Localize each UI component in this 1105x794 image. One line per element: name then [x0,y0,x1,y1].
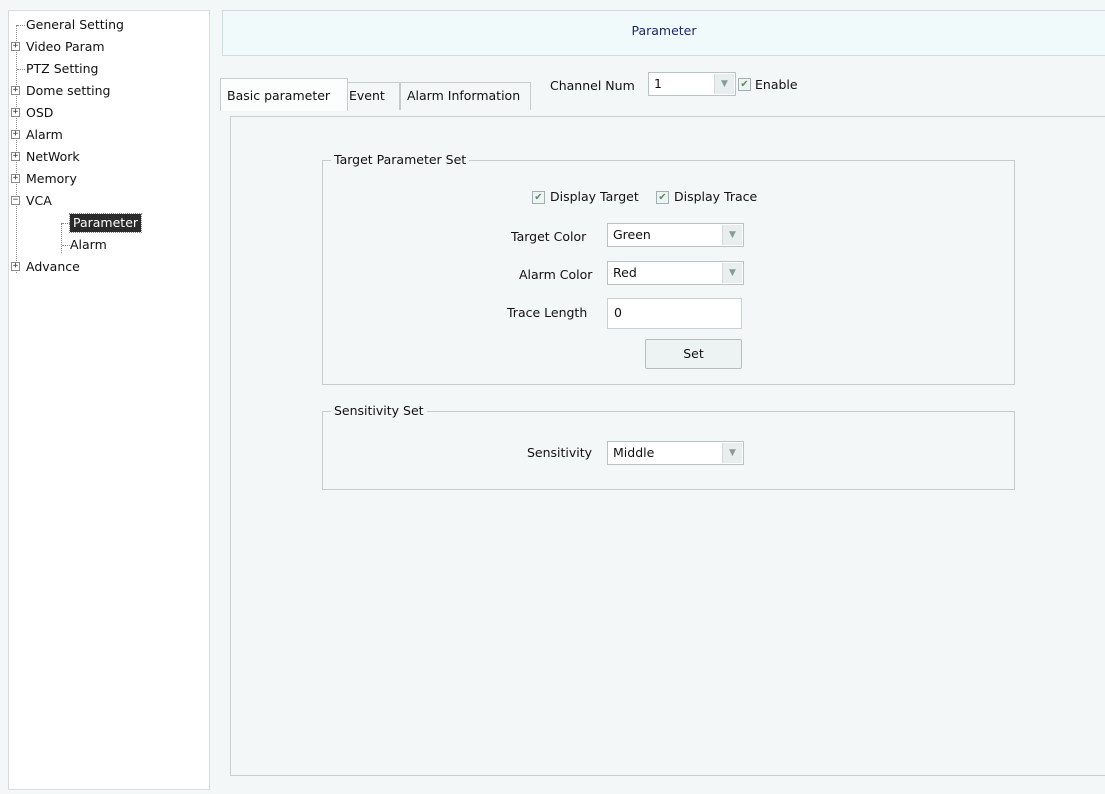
collapse-icon[interactable]: − [11,196,20,205]
check-icon: ✔ [658,192,667,203]
tab-alarm-information[interactable]: Alarm Information [400,82,531,110]
tree-item-label: VCA [26,193,52,208]
display-target-label: Display Target [550,189,639,204]
target-color-label: Target Color [511,229,587,244]
tree-item-label: General Setting [26,17,124,32]
tree-item-label: Alarm [26,127,63,142]
trace-length-value: 0 [614,305,622,320]
tree-connector [16,25,17,273]
tree-connector [62,245,70,246]
display-trace-label: Display Trace [674,189,758,204]
tab-label: Alarm Information [407,88,521,103]
page-title: Parameter [631,23,697,38]
nav-tree: General Setting + Video Param PTZ Settin… [8,10,210,790]
channel-num-value: 1 [654,76,662,91]
display-trace-checkbox[interactable]: ✔ [656,191,669,204]
tab-label: Basic parameter [227,88,331,103]
tab-basic-parameter[interactable]: Basic parameter [220,78,348,111]
tree-item-label: OSD [26,105,54,120]
sensitivity-select[interactable]: Middle ▼ [607,441,744,465]
target-color-select[interactable]: Green ▼ [607,223,744,247]
tree-item-label: NetWork [26,149,80,164]
display-target-checkbox[interactable]: ✔ [532,191,545,204]
trace-length-label: Trace Length [507,305,588,320]
channel-num-label: Channel Num [550,78,635,93]
tree-item-label: Memory [26,171,77,186]
target-parameter-group: Target Parameter Set ✔ Display Target ✔ … [322,152,1015,385]
alarm-color-label: Alarm Color [519,267,593,282]
sensitivity-group: Sensitivity Set Sensitivity Middle ▼ [322,403,1015,490]
check-icon: ✔ [740,79,749,90]
basic-parameter-panel: Target Parameter Set ✔ Display Target ✔ … [230,116,1105,776]
alarm-color-value: Red [613,265,637,280]
trace-length-input[interactable]: 0 [607,298,742,329]
alarm-color-select[interactable]: Red ▼ [607,261,744,285]
tree-item-label: PTZ Setting [26,61,99,76]
chevron-down-icon[interactable]: ▼ [722,443,742,463]
tree-item-label: Advance [26,259,80,274]
tree-item-label: Dome setting [26,83,111,98]
expand-icon[interactable]: + [11,86,20,95]
channel-num-select[interactable]: 1 ▼ [648,72,736,96]
chevron-down-icon[interactable]: ▼ [714,74,734,94]
tree-connector [17,69,25,70]
chevron-down-icon[interactable]: ▼ [722,225,742,245]
sensitivity-label: Sensitivity [527,445,593,460]
expand-icon[interactable]: + [11,108,20,117]
main-panel: Basic parameter Event Alarm Information … [216,58,1105,794]
set-button[interactable]: Set [645,339,742,369]
sensitivity-group-title: Sensitivity Set [331,403,427,418]
expand-icon[interactable]: + [11,174,20,183]
tab-event[interactable]: Event [342,82,400,110]
tree-item-label: Alarm [70,237,107,252]
target-parameter-group-title: Target Parameter Set [331,152,470,167]
expand-icon[interactable]: + [11,130,20,139]
check-icon: ✔ [534,192,543,203]
chevron-down-icon[interactable]: ▼ [722,263,742,283]
tree-connector [62,223,70,224]
title-bar: Parameter [222,10,1105,56]
sensitivity-value: Middle [613,445,655,460]
tab-label: Event [349,88,385,103]
tree-item-label: Video Param [26,39,105,54]
expand-icon[interactable]: + [11,262,20,271]
expand-icon[interactable]: + [11,42,20,51]
target-color-value: Green [613,227,651,242]
tree-connector [61,223,62,253]
expand-icon[interactable]: + [11,152,20,161]
enable-checkbox[interactable]: ✔ [738,78,751,91]
tree-item-label: Parameter [68,213,143,233]
enable-label: Enable [755,77,798,92]
tree-connector [17,25,25,26]
